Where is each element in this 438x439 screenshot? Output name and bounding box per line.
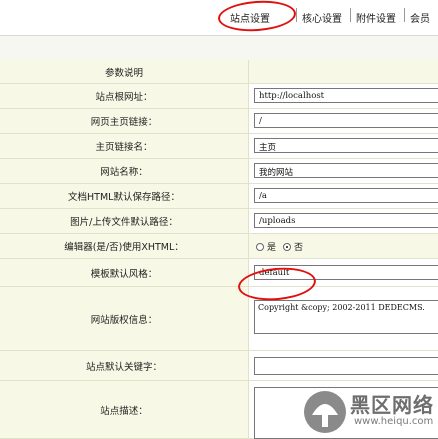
tab-site-settings[interactable]: 站点设置 [230,10,270,25]
setting-label: 网站名称： [0,159,249,184]
setting-row: 网页主页链接： / [0,109,438,134]
setting-label: 站点根网址： [0,84,249,109]
tab-divider [350,8,351,22]
xhtml-yes-radio[interactable] [256,242,264,251]
watermark-text: 黑区网络 [350,393,434,417]
copyright-textarea[interactable]: Copyright &copy; 2002-2011 DEDECMS. [254,300,438,334]
site-name-input[interactable]: 我的网站 [254,163,438,178]
setting-row: 网站版权信息： Copyright &copy; 2002-2011 DEDEC… [0,287,438,351]
tab-member-settings[interactable]: 会员 [410,10,430,25]
setting-label: 站点描述： [0,381,249,439]
header-row: 参数说明 [0,60,438,84]
setting-row: 站点默认关键字： [0,351,438,381]
xhtml-radio-group: 是 否 [256,240,303,253]
setting-label: 网页主页链接： [0,109,249,134]
watermark-logo-icon [304,391,346,433]
spacer-band [0,36,438,60]
tab-divider [296,8,297,22]
setting-row: 站点根网址： http://localhost [0,84,438,109]
watermark: 黑区网络 www.heiqu.com [300,385,438,439]
setting-label: 站点默认关键字： [0,351,249,381]
setting-label: 网站版权信息： [0,287,249,351]
template-style-input[interactable]: default [254,265,438,280]
setting-row: 文档HTML默认保存路径： /a [0,184,438,209]
homepage-link-name-input[interactable]: 主页 [254,138,438,153]
setting-label: 图片/上传文件默认路径： [0,209,249,234]
setting-label: 模板默认风格： [0,259,249,287]
tab-core-settings[interactable]: 核心设置 [302,10,342,25]
xhtml-no-label: 否 [294,243,304,253]
html-save-path-input[interactable]: /a [254,188,438,203]
site-root-url-input[interactable]: http://localhost [254,88,438,103]
setting-row: 网站名称： 我的网站 [0,159,438,184]
watermark-url: www.heiqu.com [354,416,434,427]
settings-tab-bar: 站点设置 核心设置 附件设置 会员 [0,0,438,35]
tab-attachment-settings[interactable]: 附件设置 [356,10,396,25]
site-keywords-input[interactable] [254,357,438,375]
setting-label: 主页链接名： [0,134,249,159]
xhtml-no-radio[interactable] [283,242,292,251]
column-header-description: 参数说明 [0,60,249,84]
setting-label: 文档HTML默认保存路径： [0,184,249,209]
homepage-link-input[interactable]: / [254,113,438,128]
xhtml-yes-label: 是 [267,243,277,253]
setting-row: 编辑器(是/否)使用XHTML： 是 否 [0,234,438,259]
setting-row: 模板默认风格： default [0,259,438,287]
column-header-value [249,60,438,84]
tab-divider [404,8,405,22]
setting-row: 主页链接名： 主页 [0,134,438,159]
setting-label: 编辑器(是/否)使用XHTML： [0,234,249,259]
setting-row: 图片/上传文件默认路径： /uploads [0,209,438,234]
upload-path-input[interactable]: /uploads [254,213,438,228]
